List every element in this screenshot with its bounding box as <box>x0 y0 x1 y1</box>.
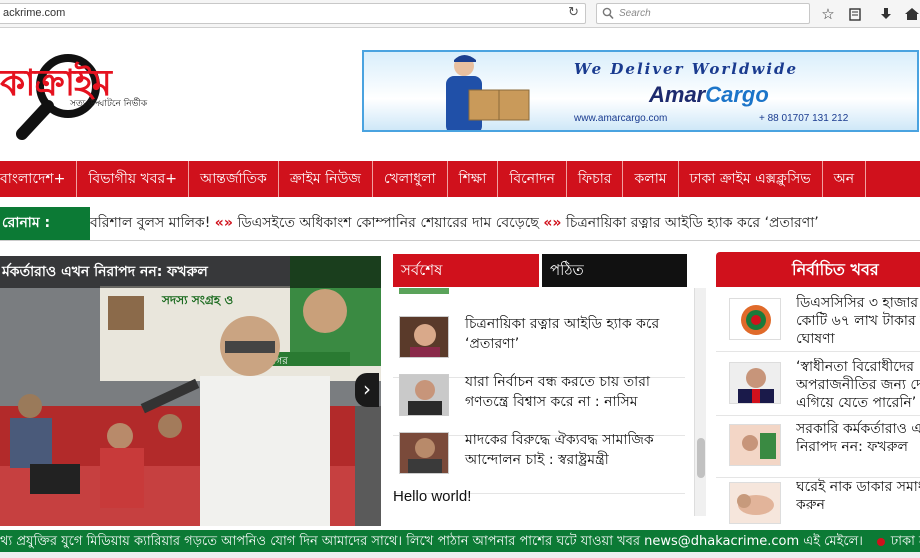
ticker-item[interactable]: ডিএসইতে অধিকাংশ কোম্পানির শেয়ারের দাম ব… <box>237 215 539 231</box>
bottom-ticker-next[interactable]: ঢাকা ক্রাইম ড <box>891 534 920 549</box>
slider-next-icon[interactable]: › <box>355 373 379 407</box>
featured-photo: সদস্য সংগ্রহ ও মহানগর <box>0 256 381 526</box>
list-item[interactable]: ডিএসসিসির ৩ হাজার কোটি ৬৭ লাখ টাকার ব ঘো… <box>716 292 920 352</box>
list-thumbnail <box>399 432 449 474</box>
bullet-icon <box>876 537 885 546</box>
list-item-title[interactable]: ‘স্বাধীনতা বিরোধীদের অপরাজনীতির জন্য দে … <box>796 358 920 412</box>
ticker-item[interactable]: চিত্রনায়িকা রত্নার আইডি হ্যাক করে ‘প্রত… <box>566 215 819 231</box>
list-item-title[interactable]: ঘরেই নাক ডাকার সমাধ করুন <box>796 478 920 514</box>
search-icon <box>602 7 614 20</box>
nav-item-divisional[interactable]: বিভাগীয় খবর+ <box>77 161 189 197</box>
title-line: ডিএসসিসির ৩ হাজার <box>796 295 919 311</box>
headline-ticker: রোনাম : বরিশাল বুলস মালিক! «» ডিএসইতে অধ… <box>0 207 920 240</box>
nav-item-entertainment[interactable]: বিনোদন <box>498 161 567 197</box>
list-item[interactable]: মাদকের বিরুদ্ধে ঐক্যবদ্ধ সামাজিক আন্দোলন… <box>393 420 685 494</box>
list-thumbnail <box>399 316 449 358</box>
ticker-label: রোনাম : <box>0 207 90 240</box>
address-bar[interactable]: ackrime.com ↻ <box>0 3 586 24</box>
list-thumbnail <box>399 288 449 294</box>
title-line: করুন <box>796 497 825 513</box>
list-item-title[interactable]: চিত্রনায়িকা রত্নার আইডি হ্যাক করে ‘প্রত… <box>465 314 675 354</box>
download-icon[interactable] <box>876 4 896 24</box>
list-item[interactable]: ঘরেই নাক ডাকার সমাধ করুন <box>716 476 920 536</box>
nav-item-crime-news[interactable]: ক্রাইম নিউজ <box>279 161 373 197</box>
reload-icon[interactable]: ↻ <box>568 5 579 20</box>
title-line: ঘরেই নাক ডাকার সমাধ <box>796 479 920 495</box>
list-item-title[interactable]: সরকারি কর্মকর্তারাও এ নিরাপদ নন: ফখরুল <box>796 420 920 456</box>
ticker-separator: «» <box>214 215 233 231</box>
list-item-title[interactable]: যারা নির্বাচন বন্ধ করতে চায় তারা গণতন্ত… <box>465 372 675 412</box>
ticker-text: বরিশাল বুলস মালিক! «» ডিএসইতে অধিকাংশ কো… <box>90 207 920 240</box>
list-thumbnail <box>729 482 781 524</box>
title-line: ঘোষণা <box>796 331 835 347</box>
page-footer-strip <box>0 552 920 558</box>
logo-tagline: সত্য উদ্ঘাটনে নির্ভীক <box>70 99 148 109</box>
title-line: অপরাজনীতির জন্য দে <box>796 377 920 393</box>
search-placeholder: Search <box>619 8 651 19</box>
list-item[interactable]: ‘স্বাধীনতা বিরোধীদের অপরাজনীতির জন্য দে … <box>716 356 920 416</box>
nav-item-sports[interactable]: খেলাধুলা <box>373 161 448 197</box>
home-icon[interactable] <box>902 4 920 24</box>
featured-slider[interactable]: সদস্য সংগ্রহ ও মহানগর র্মকর্তারাও এখন নি… <box>0 256 381 526</box>
selected-news-heading: নির্বাচিত খবর <box>716 252 920 287</box>
featured-title[interactable]: র্মকর্তারাও এখন নিরাপদ নন: ফখরুল <box>0 256 381 288</box>
ticker-separator: «» <box>543 215 562 231</box>
ad-banner[interactable]: We Deliver Worldwide AmarCargo www.amarc… <box>362 50 919 132</box>
list-item-title[interactable]: ডিএসসিসির ৩ হাজার কোটি ৬৭ লাখ টাকার ব ঘো… <box>796 294 920 348</box>
delivery-man-image <box>446 55 530 130</box>
title-line: সরকারি কর্মকর্তারাও এ <box>796 421 920 437</box>
banner-headline: We Deliver Worldwide <box>574 60 799 78</box>
hello-text: Hello world! <box>393 488 472 505</box>
banner-brand: AmarCargo <box>649 82 769 108</box>
browser-toolbar: ackrime.com ↻ Search ☆ <box>0 0 920 28</box>
tab-most-read[interactable]: পঠিত <box>542 254 687 287</box>
site-logo[interactable]: কাক্রাইম সত্য উদ্ঘাটনে নির্ভীক <box>0 40 200 140</box>
nav-item-column[interactable]: কলাম <box>623 161 679 197</box>
title-line: নিরাপদ নন: ফখরুল <box>796 439 908 455</box>
address-bar-url: ackrime.com <box>3 7 66 19</box>
nav-item-bangladesh[interactable]: বাংলাদেশ+ <box>0 161 78 197</box>
banner-brand-part1: Amar <box>649 82 706 107</box>
nav-item-exclusive[interactable]: ঢাকা ক্রাইম এক্সক্লুসিভ <box>679 161 823 197</box>
nav-item-feature[interactable]: ফিচার <box>567 161 624 197</box>
banner-phone: + 88 01707 131 212 <box>759 113 849 124</box>
list-thumbnail <box>729 298 781 340</box>
scrollbar-thumb[interactable] <box>697 438 705 478</box>
list-thumbnail <box>729 424 781 466</box>
main-nav: বাংলাদেশ+ বিভাগীয় খবর+ আন্তর্জাতিক ক্রা… <box>0 161 920 197</box>
tab-latest[interactable]: সর্বশেষ <box>393 254 539 287</box>
nav-item-education[interactable]: শিক্ষা <box>448 161 499 197</box>
banner-url: www.amarcargo.com <box>574 113 668 124</box>
banner-brand-part2: Cargo <box>705 82 769 107</box>
nav-item-more[interactable]: অন <box>823 161 867 197</box>
list-thumbnail <box>399 374 449 416</box>
latest-news-list: চিত্রনায়িকা রত্নার আইডি হ্যাক করে ‘প্রত… <box>393 288 694 516</box>
browser-search-input[interactable]: Search <box>596 3 810 24</box>
title-line: কোটি ৬৭ লাখ টাকার ব <box>796 313 920 329</box>
title-line: ‘স্বাধীনতা বিরোধীদের <box>796 359 914 375</box>
reading-list-icon[interactable] <box>845 4 865 24</box>
bookmark-star-icon[interactable]: ☆ <box>818 4 838 24</box>
divider <box>0 240 920 241</box>
title-line: এগিয়ে যেতে পারেনি’ <box>796 395 917 411</box>
list-thumbnail <box>729 362 781 404</box>
nav-item-international[interactable]: আন্তর্জাতিক <box>189 161 279 197</box>
list-item-title[interactable]: মাদকের বিরুদ্ধে ঐক্যবদ্ধ সামাজিক আন্দোলন… <box>465 430 675 470</box>
featured-banner-text: সদস্য সংগ্রহ ও <box>161 293 233 307</box>
bottom-ticker-message[interactable]: থ্য প্রযুক্তির যুগে মিডিয়ায় ক্যারিয়ার… <box>0 534 863 549</box>
ticker-item[interactable]: বরিশাল বুলস মালিক! <box>90 215 210 231</box>
list-item[interactable]: সরকারি কর্মকর্তারাও এ নিরাপদ নন: ফখরুল <box>716 418 920 478</box>
list-scrollbar[interactable] <box>694 288 706 516</box>
bottom-ticker-text: থ্য প্রযুক্তির যুগে মিডিয়ায় ক্যারিয়ার… <box>0 530 920 554</box>
